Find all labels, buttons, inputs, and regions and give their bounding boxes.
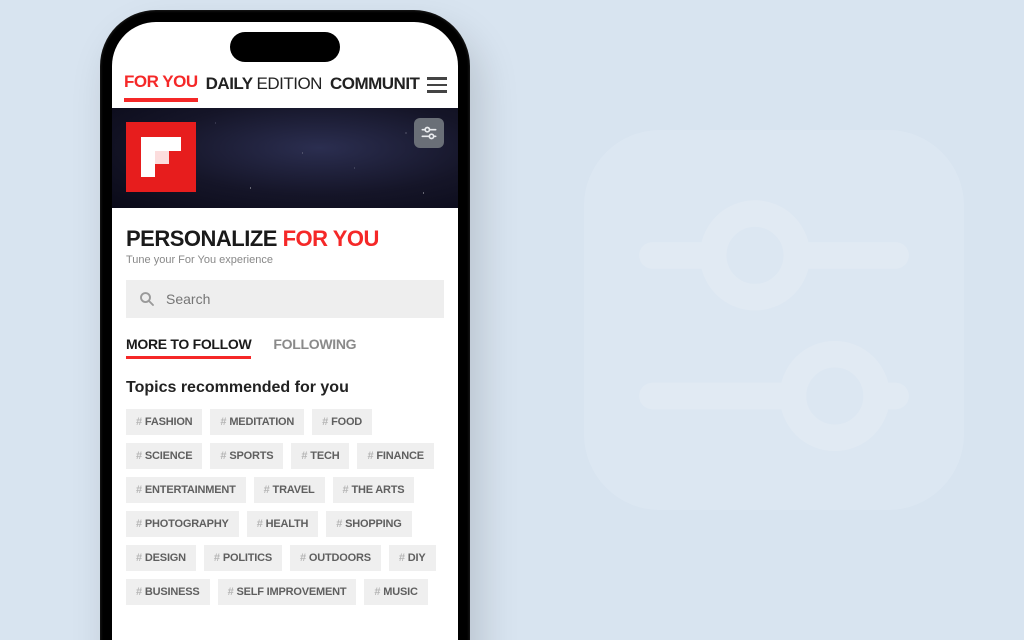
topic-chip-label: PHOTOGRAPHY — [145, 518, 229, 530]
topic-chip-label: FASHION — [145, 416, 193, 428]
topic-chip[interactable]: #SELF IMPROVEMENT — [218, 579, 357, 605]
topic-chip[interactable]: #DESIGN — [126, 545, 196, 571]
topic-chip-label: HEALTH — [266, 518, 309, 530]
topic-chip-label: POLITICS — [223, 552, 272, 564]
hash-icon: # — [136, 552, 142, 564]
search-bar[interactable] — [126, 280, 444, 318]
hash-icon: # — [220, 416, 226, 428]
page-title: PERSONALIZE FOR YOU — [126, 226, 444, 252]
section-heading: Topics recommended for you — [126, 379, 444, 397]
topic-chip-label: TECH — [310, 450, 339, 462]
topic-chip-list: #FASHION#MEDITATION#FOOD#SCIENCE#SPORTS#… — [126, 409, 444, 605]
topic-chip[interactable]: #FOOD — [312, 409, 372, 435]
hash-icon: # — [257, 518, 263, 530]
topic-chip-label: FOOD — [331, 416, 362, 428]
topic-chip[interactable]: #BUSINESS — [126, 579, 210, 605]
search-icon — [138, 290, 156, 308]
hash-icon: # — [220, 450, 226, 462]
topic-chip[interactable]: #PHOTOGRAPHY — [126, 511, 239, 537]
topic-chip-label: OUTDOORS — [309, 552, 371, 564]
hash-icon: # — [136, 586, 142, 598]
topic-chip-label: FINANCE — [376, 450, 424, 462]
topic-chip[interactable]: #TRAVEL — [254, 477, 325, 503]
hero-banner — [112, 108, 458, 208]
hash-icon: # — [322, 416, 328, 428]
hash-icon: # — [136, 416, 142, 428]
topic-chip[interactable]: #MEDITATION — [210, 409, 304, 435]
dynamic-island — [230, 32, 340, 62]
hash-icon: # — [228, 586, 234, 598]
hash-icon: # — [301, 450, 307, 462]
topic-chip-label: BUSINESS — [145, 586, 200, 598]
tab-for-you[interactable]: FOR YOU — [124, 72, 198, 102]
topic-chip[interactable]: #FINANCE — [357, 443, 433, 469]
hash-icon: # — [264, 484, 270, 496]
personalize-settings-button[interactable] — [414, 118, 444, 148]
hash-icon: # — [300, 552, 306, 564]
topic-chip-label: DIY — [408, 552, 426, 564]
topic-chip-label: SELF IMPROVEMENT — [236, 586, 346, 598]
topic-chip[interactable]: #SHOPPING — [326, 511, 411, 537]
topic-chip[interactable]: #OUTDOORS — [290, 545, 381, 571]
topic-chip-label: THE ARTS — [351, 484, 404, 496]
topic-chip[interactable]: #MUSIC — [364, 579, 427, 605]
hash-icon: # — [136, 518, 142, 530]
follow-subtabs: MORE TO FOLLOW FOLLOWING — [126, 336, 444, 359]
subtab-more-to-follow[interactable]: MORE TO FOLLOW — [126, 336, 251, 359]
hamburger-menu-icon[interactable] — [427, 77, 447, 97]
hash-icon: # — [336, 518, 342, 530]
subtab-following[interactable]: FOLLOWING — [273, 336, 356, 359]
tab-community[interactable]: COMMUNIT — [330, 74, 419, 100]
phone-frame: FOR YOU DAILY EDITION COMMUNIT — [100, 10, 470, 640]
topic-chip[interactable]: #DIY — [389, 545, 436, 571]
topic-chip-label: DESIGN — [145, 552, 186, 564]
content-area: PERSONALIZE FOR YOU Tune your For You ex… — [112, 208, 458, 605]
topic-chip-label: MUSIC — [383, 586, 417, 598]
topic-chip[interactable]: #FASHION — [126, 409, 202, 435]
tab-daily-edition[interactable]: DAILY EDITION — [206, 74, 322, 100]
topic-chip-label: TRAVEL — [273, 484, 315, 496]
topic-chip[interactable]: #THE ARTS — [333, 477, 415, 503]
topic-chip-label: SCIENCE — [145, 450, 193, 462]
flipboard-logo-icon[interactable] — [126, 122, 196, 192]
topic-chip-label: MEDITATION — [229, 416, 294, 428]
topic-chip[interactable]: #ENTERTAINMENT — [126, 477, 246, 503]
hash-icon: # — [136, 450, 142, 462]
topic-chip[interactable]: #SPORTS — [210, 443, 283, 469]
topic-chip-label: ENTERTAINMENT — [145, 484, 236, 496]
topic-chip[interactable]: #POLITICS — [204, 545, 282, 571]
hash-icon: # — [399, 552, 405, 564]
phone-screen: FOR YOU DAILY EDITION COMMUNIT — [112, 22, 458, 640]
page-subtitle: Tune your For You experience — [126, 254, 444, 266]
hash-icon: # — [214, 552, 220, 564]
search-input[interactable] — [166, 291, 432, 307]
topic-chip[interactable]: #SCIENCE — [126, 443, 202, 469]
topic-chip-label: SHOPPING — [345, 518, 401, 530]
hash-icon: # — [367, 450, 373, 462]
hash-icon: # — [136, 484, 142, 496]
settings-sliders-illustration — [584, 130, 964, 510]
hash-icon: # — [343, 484, 349, 496]
topic-chip[interactable]: #TECH — [291, 443, 349, 469]
hash-icon: # — [374, 586, 380, 598]
topic-chip-label: SPORTS — [229, 450, 273, 462]
topic-chip[interactable]: #HEALTH — [247, 511, 319, 537]
